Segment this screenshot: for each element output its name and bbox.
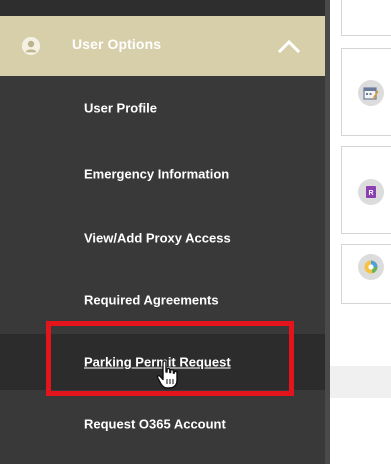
svg-text:R: R (368, 190, 373, 197)
screen: User Options User Profile Emergency Info… (0, 0, 391, 464)
menu-item-label: View/Add Proxy Access (84, 230, 231, 246)
dashboard-card[interactable] (341, 48, 391, 136)
menu-item-label: User Profile (84, 100, 157, 116)
form-icon: R (358, 179, 384, 205)
menu-item-label: Request O365 Account (84, 416, 226, 432)
user-options-header[interactable]: User Options (0, 16, 325, 76)
panel-footer-strip (330, 366, 391, 398)
user-icon (22, 37, 40, 55)
dashboard-panel: R (330, 0, 391, 464)
user-options-label: User Options (72, 36, 162, 52)
dashboard-card[interactable]: R (341, 146, 391, 234)
pie-chart-icon (358, 254, 384, 280)
sidebar: User Options User Profile Emergency Info… (0, 0, 325, 464)
chevron-up-icon[interactable] (278, 38, 300, 54)
menu-item-label: Required Agreements (84, 292, 219, 308)
calendar-icon (358, 80, 384, 106)
menu-item-required-agreements[interactable]: Required Agreements (0, 272, 325, 328)
menu-item-label: Emergency Information (84, 166, 230, 182)
hand-cursor-icon (156, 360, 180, 390)
dashboard-card[interactable] (341, 244, 391, 304)
dashboard-card[interactable] (341, 0, 391, 36)
menu-item-emergency-information[interactable]: Emergency Information (0, 146, 325, 202)
menu-item-proxy-access[interactable]: View/Add Proxy Access (0, 210, 325, 266)
menu-item-user-profile[interactable]: User Profile (0, 80, 325, 136)
menu-item-request-o365-account[interactable]: Request O365 Account (0, 396, 325, 452)
sidebar-top-strip (0, 0, 325, 16)
